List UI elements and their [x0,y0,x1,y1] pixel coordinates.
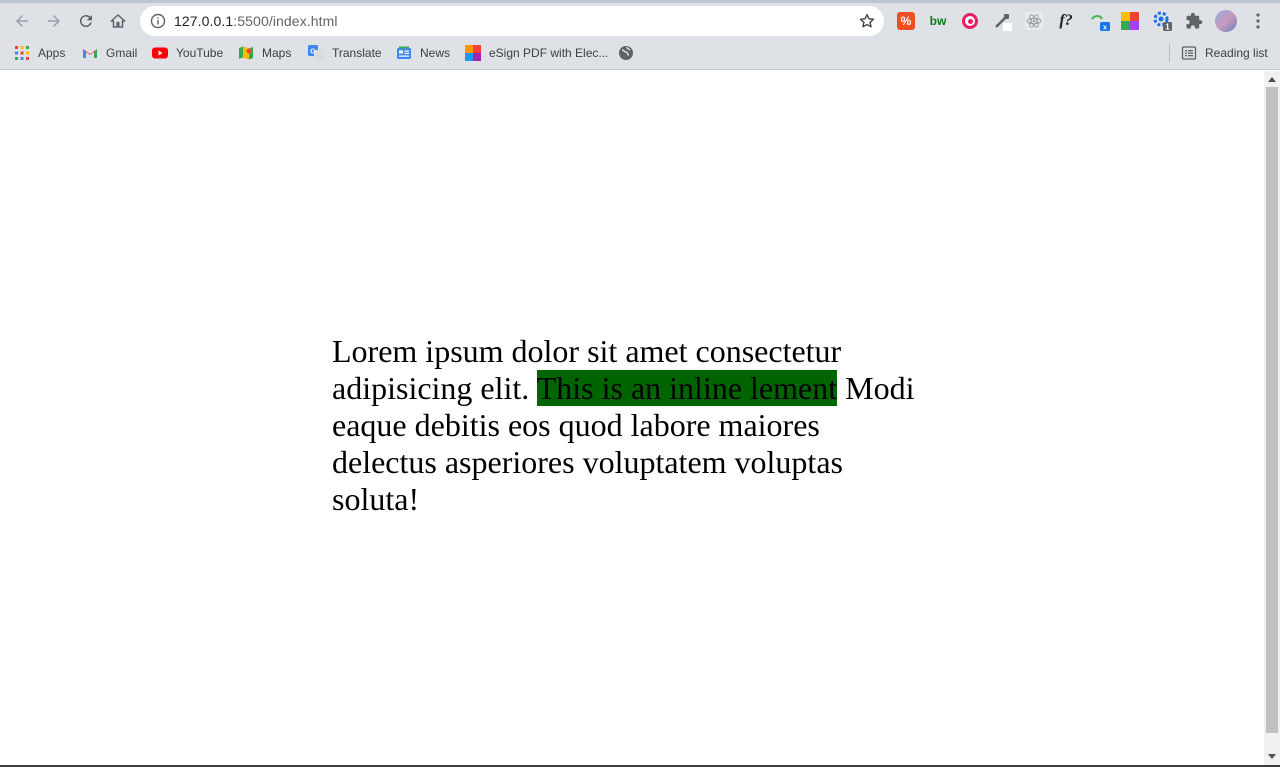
back-arrow-icon [16,15,28,27]
paragraph: Lorem ipsum dolor sit amet consectetur a… [332,333,932,518]
profile-avatar[interactable] [1215,10,1237,32]
reading-list-label: Reading list [1205,46,1268,60]
bookmark-gmail[interactable]: Gmail [82,38,137,68]
scroll-thumb[interactable] [1266,87,1278,733]
more-vert-icon [1256,13,1260,29]
inline-element: This is an inline lement [536,370,838,406]
bookmark-youtube[interactable]: YouTube [152,38,223,68]
bookmark-label: Apps [38,46,66,60]
vertical-scrollbar[interactable] [1264,71,1280,765]
globe-icon [619,46,633,60]
bookmark-maps[interactable]: Maps [238,38,291,68]
bookmark-label: Maps [262,46,292,60]
scroll-down-icon[interactable] [1268,754,1276,759]
extension-bw-icon[interactable]: bw [927,10,949,32]
home-button[interactable] [104,7,132,35]
forward-arrow-icon [48,15,60,27]
apps-grid-icon [15,46,29,60]
reading-list-icon [1181,46,1197,60]
svg-text:1: 1 [1165,23,1170,32]
address-bar[interactable]: 127.0.0.1:5500/index.html [140,6,884,36]
extension-font-icon[interactable]: f? [1055,10,1077,32]
back-button[interactable] [8,7,36,35]
extension-react-icon[interactable] [1023,10,1045,32]
bookmark-label: News [420,46,451,60]
extension-colorful-icon[interactable] [1119,10,1141,32]
bookmarks-separator [1169,44,1170,62]
translate-icon: G [308,45,324,61]
forward-button[interactable] [40,7,68,35]
svg-text:x: x [1103,25,1107,32]
extension-translate-icon[interactable]: x [1089,10,1111,32]
bookmark-star-icon[interactable] [858,12,876,30]
home-icon [110,14,126,28]
esign-icon [465,45,481,61]
news-icon [397,46,411,59]
youtube-icon [152,47,168,59]
gmail-icon [83,49,97,58]
bookmark-label: Translate [332,46,382,60]
bookmark-apps[interactable]: Apps [14,38,65,68]
bookmarks-bar: Apps Gmail YouTube Maps G Translate News… [0,38,1280,70]
reading-list-button[interactable]: Reading list [1181,38,1268,68]
maps-icon [239,46,253,60]
svg-text:G: G [310,49,316,56]
browser-menu-button[interactable] [1247,10,1269,32]
site-info-icon[interactable] [150,13,166,29]
url-text: 127.0.0.1:5500/index.html [174,6,338,36]
bookmark-news[interactable]: News [396,38,450,68]
url-host: 127.0.0.1 [174,13,234,29]
extension-eyedropper-icon[interactable] [991,10,1013,32]
extensions-puzzle-icon[interactable] [1183,10,1205,32]
extension-orange-icon[interactable]: % [895,10,917,32]
bookmark-label: YouTube [176,46,224,60]
scroll-up-icon[interactable] [1268,77,1276,82]
bookmark-esign[interactable]: eSign PDF with Elec... [465,38,608,68]
reload-button[interactable] [72,7,100,35]
url-path: :5500/index.html [233,13,338,29]
bookmark-label: Gmail [106,46,138,60]
reload-icon [79,15,92,28]
bookmark-label: eSign PDF with Elec... [489,46,609,60]
extension-pink-eye-icon[interactable] [959,10,981,32]
browser-toolbar: 127.0.0.1:5500/index.html % bw f? x 1 [0,0,1280,38]
bookmark-translate[interactable]: G Translate [308,38,382,68]
extension-gear-icon[interactable]: 1 [1152,10,1174,32]
bookmark-globe[interactable] [618,38,642,68]
